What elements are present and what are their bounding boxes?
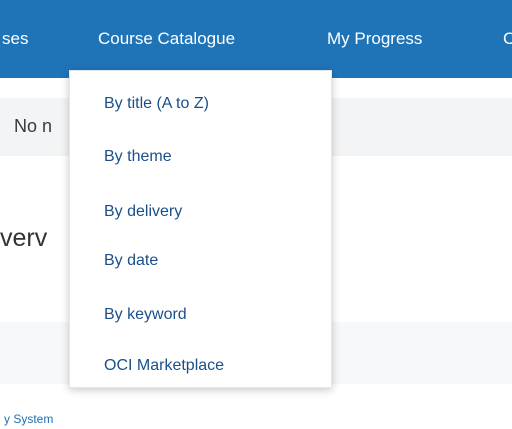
menu-item-oci-marketplace[interactable]: OCI Marketplace — [104, 357, 224, 375]
menu-item-by-title[interactable]: By title (A to Z) — [104, 95, 209, 113]
menu-item-by-delivery[interactable]: By delivery — [104, 203, 182, 221]
menu-item-by-keyword[interactable]: By keyword — [104, 306, 187, 324]
section-title: verv — [0, 224, 48, 252]
nav-item-course-catalogue[interactable]: Course Catalogue — [98, 29, 235, 49]
footer-link[interactable]: y System — [4, 412, 53, 426]
course-catalogue-dropdown: By title (A to Z) By theme By delivery B… — [69, 70, 332, 388]
nav-item-courses[interactable]: ses — [2, 29, 28, 49]
menu-item-by-date[interactable]: By date — [104, 252, 158, 270]
top-navbar: ses Course Catalogue My Progress C — [0, 0, 512, 78]
nav-item-my-progress[interactable]: My Progress — [327, 29, 422, 49]
menu-item-by-theme[interactable]: By theme — [104, 148, 172, 166]
nav-item-next[interactable]: C — [503, 29, 512, 49]
notice-text: No n — [14, 116, 53, 136]
